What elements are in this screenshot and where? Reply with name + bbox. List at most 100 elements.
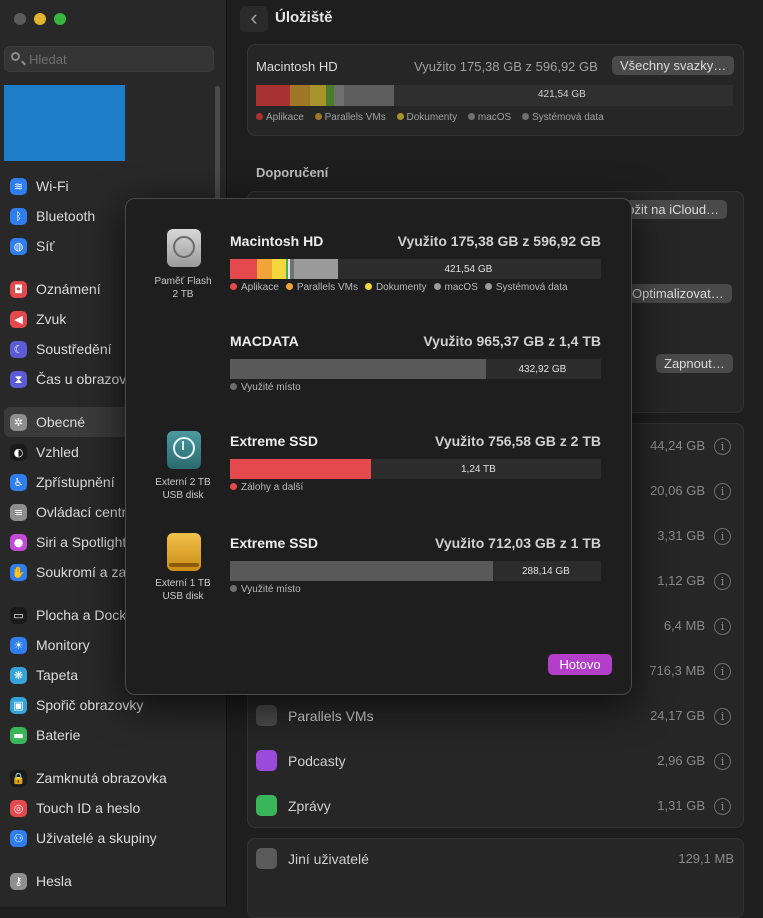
category-size: 44,24 GB bbox=[650, 438, 705, 453]
legend-dot bbox=[230, 283, 237, 290]
category-size: 3,31 GB bbox=[657, 528, 705, 543]
free-space-label: 421,54 GB bbox=[538, 89, 586, 100]
optimize-button[interactable]: Optimalizovat… bbox=[624, 284, 732, 303]
accessibility-icon: ♿ bbox=[10, 474, 27, 491]
legend-label: Parallels VMs bbox=[296, 282, 358, 293]
volume-used: Využito 175,38 GB z 596,92 GB bbox=[414, 59, 598, 74]
legend-item: Parallels VMs bbox=[285, 282, 358, 293]
free-space-label: 421,54 GB bbox=[444, 264, 493, 275]
bar-segment bbox=[294, 259, 338, 279]
info-icon[interactable]: i bbox=[714, 438, 731, 455]
volume-used: Využito 712,03 GB z 1 TB bbox=[435, 535, 601, 551]
legend-label: Využité místo bbox=[241, 584, 301, 595]
volume-name: Macintosh HD bbox=[256, 59, 338, 74]
category-size: 20,06 GB bbox=[650, 483, 705, 498]
volume-used: Využito 175,38 GB z 596,92 GB bbox=[397, 233, 601, 249]
category-label: Zprávy bbox=[288, 798, 331, 814]
sidebar-item-21[interactable]: ⚇ Uživatelé a skupiny bbox=[4, 823, 216, 853]
disk-caption-line: Externí 2 TB bbox=[155, 477, 211, 488]
sidebar-item-label: Síť bbox=[36, 238, 55, 254]
info-icon[interactable]: i bbox=[714, 708, 731, 725]
control-center-icon: ≡ bbox=[10, 504, 27, 521]
info-icon[interactable]: i bbox=[714, 528, 731, 545]
users-icon bbox=[256, 848, 277, 869]
volume-storage-bar: 432,92 GB bbox=[230, 359, 601, 379]
other-users-card bbox=[247, 838, 744, 918]
category-label: Parallels VMs bbox=[288, 708, 374, 724]
bar-segment bbox=[230, 459, 371, 479]
info-icon[interactable]: i bbox=[714, 798, 731, 815]
disk-caption: Externí 1 TB USB disk bbox=[144, 577, 222, 603]
all-volumes-button[interactable]: Všechny svazky… bbox=[612, 56, 735, 75]
volume-legend: Využité místo bbox=[230, 584, 308, 595]
bell-icon: ◘ bbox=[10, 281, 27, 298]
info-icon[interactable]: i bbox=[714, 483, 731, 500]
legend-dot bbox=[285, 283, 293, 290]
info-icon[interactable]: i bbox=[714, 663, 731, 680]
sun-icon: ☀ bbox=[10, 637, 27, 654]
hand-icon: ✋ bbox=[10, 564, 27, 581]
internal-disk-icon bbox=[167, 229, 201, 267]
sidebar-item-label: Siri a Spotlight bbox=[36, 534, 127, 550]
dock-icon: ▭ bbox=[10, 607, 27, 624]
info-icon[interactable]: i bbox=[714, 753, 731, 770]
legend-documents: Dokumenty bbox=[396, 112, 457, 123]
legend-item: Zálohy a další bbox=[230, 482, 303, 493]
speaker-icon: ◀ bbox=[10, 311, 27, 328]
info-icon[interactable]: i bbox=[714, 618, 731, 635]
category-size: 24,17 GB bbox=[650, 708, 705, 723]
sidebar-item-label: Plocha a Dock bbox=[36, 607, 127, 623]
back-button[interactable]: ‹ bbox=[240, 6, 268, 32]
appearance-icon: ◐ bbox=[10, 444, 27, 461]
disk-caption: Externí 2 TB USB disk bbox=[144, 476, 222, 502]
sidebar-item-label: Oznámení bbox=[36, 281, 101, 297]
category-label: Podcasty bbox=[288, 753, 346, 769]
done-button[interactable]: Hotovo bbox=[548, 654, 612, 675]
sidebar-item-label: Bluetooth bbox=[36, 208, 96, 224]
sidebar-item-label: Monitory bbox=[36, 637, 90, 653]
sidebar-item-label: Uživatelé a skupiny bbox=[36, 830, 157, 846]
bar-segment bbox=[230, 359, 486, 379]
profile-picture[interactable] bbox=[4, 85, 125, 161]
sidebar-item-label: Vzhled bbox=[36, 444, 79, 460]
turn-on-button[interactable]: Zapnout… bbox=[656, 354, 733, 373]
legend-label: Aplikace bbox=[241, 282, 279, 293]
lock-icon: 🔒 bbox=[10, 770, 27, 787]
legend-label: Dokumenty bbox=[375, 282, 427, 293]
category-icon bbox=[256, 750, 277, 771]
storage-legend: Aplikace Parallels VMs Dokumenty macOS S… bbox=[256, 112, 612, 123]
siri-icon: ● bbox=[10, 534, 27, 551]
close-window-button[interactable] bbox=[14, 13, 26, 25]
legend-macos: macOS bbox=[467, 112, 511, 123]
legend-dot bbox=[433, 283, 441, 290]
legend-item: macOS bbox=[433, 282, 478, 293]
disk-caption-line: Externí 1 TB bbox=[155, 578, 211, 589]
sidebar-item-22[interactable]: ⚷ Hesla bbox=[4, 866, 216, 896]
sidebar-item-20[interactable]: ◎ Touch ID a heslo bbox=[4, 793, 216, 823]
sidebar-item-label: Touch ID a heslo bbox=[36, 800, 141, 816]
sidebar-item-18[interactable]: ▬ Baterie bbox=[4, 720, 216, 750]
legend-label: macOS bbox=[444, 282, 478, 293]
free-space-label: 288,14 GB bbox=[522, 566, 570, 577]
volume-name: Extreme SSD bbox=[230, 535, 318, 551]
legend-dot bbox=[230, 585, 237, 592]
disk-caption: Paměť Flash 2 TB bbox=[144, 275, 222, 301]
zoom-window-button[interactable] bbox=[54, 13, 66, 25]
info-icon[interactable]: i bbox=[714, 573, 731, 590]
wifi-icon: ≋ bbox=[10, 178, 27, 195]
minimize-window-button[interactable] bbox=[34, 13, 46, 25]
volume-legend: Aplikace Parallels VMs Dokumenty macOS Systé… bbox=[230, 282, 575, 293]
search-placeholder: Hledat bbox=[29, 52, 67, 67]
legend-system: Systémová data bbox=[522, 112, 604, 123]
sidebar-item-1[interactable]: ≋ Wi‑Fi bbox=[4, 171, 216, 201]
legend-item: Dokumenty bbox=[364, 282, 427, 293]
legend-item: Využité místo bbox=[230, 382, 301, 393]
disk-caption-line: Paměť Flash bbox=[154, 276, 212, 287]
sidebar-item-label: Wi‑Fi bbox=[36, 178, 69, 194]
sidebar-item-label: Tapeta bbox=[36, 667, 79, 683]
external-disk-icon bbox=[167, 533, 201, 571]
search-input[interactable]: Hledat bbox=[4, 46, 214, 72]
bar-parallels bbox=[290, 85, 310, 106]
disk-caption-line: USB disk bbox=[162, 591, 204, 602]
sidebar-item-19[interactable]: 🔒 Zamknutá obrazovka bbox=[4, 763, 216, 793]
